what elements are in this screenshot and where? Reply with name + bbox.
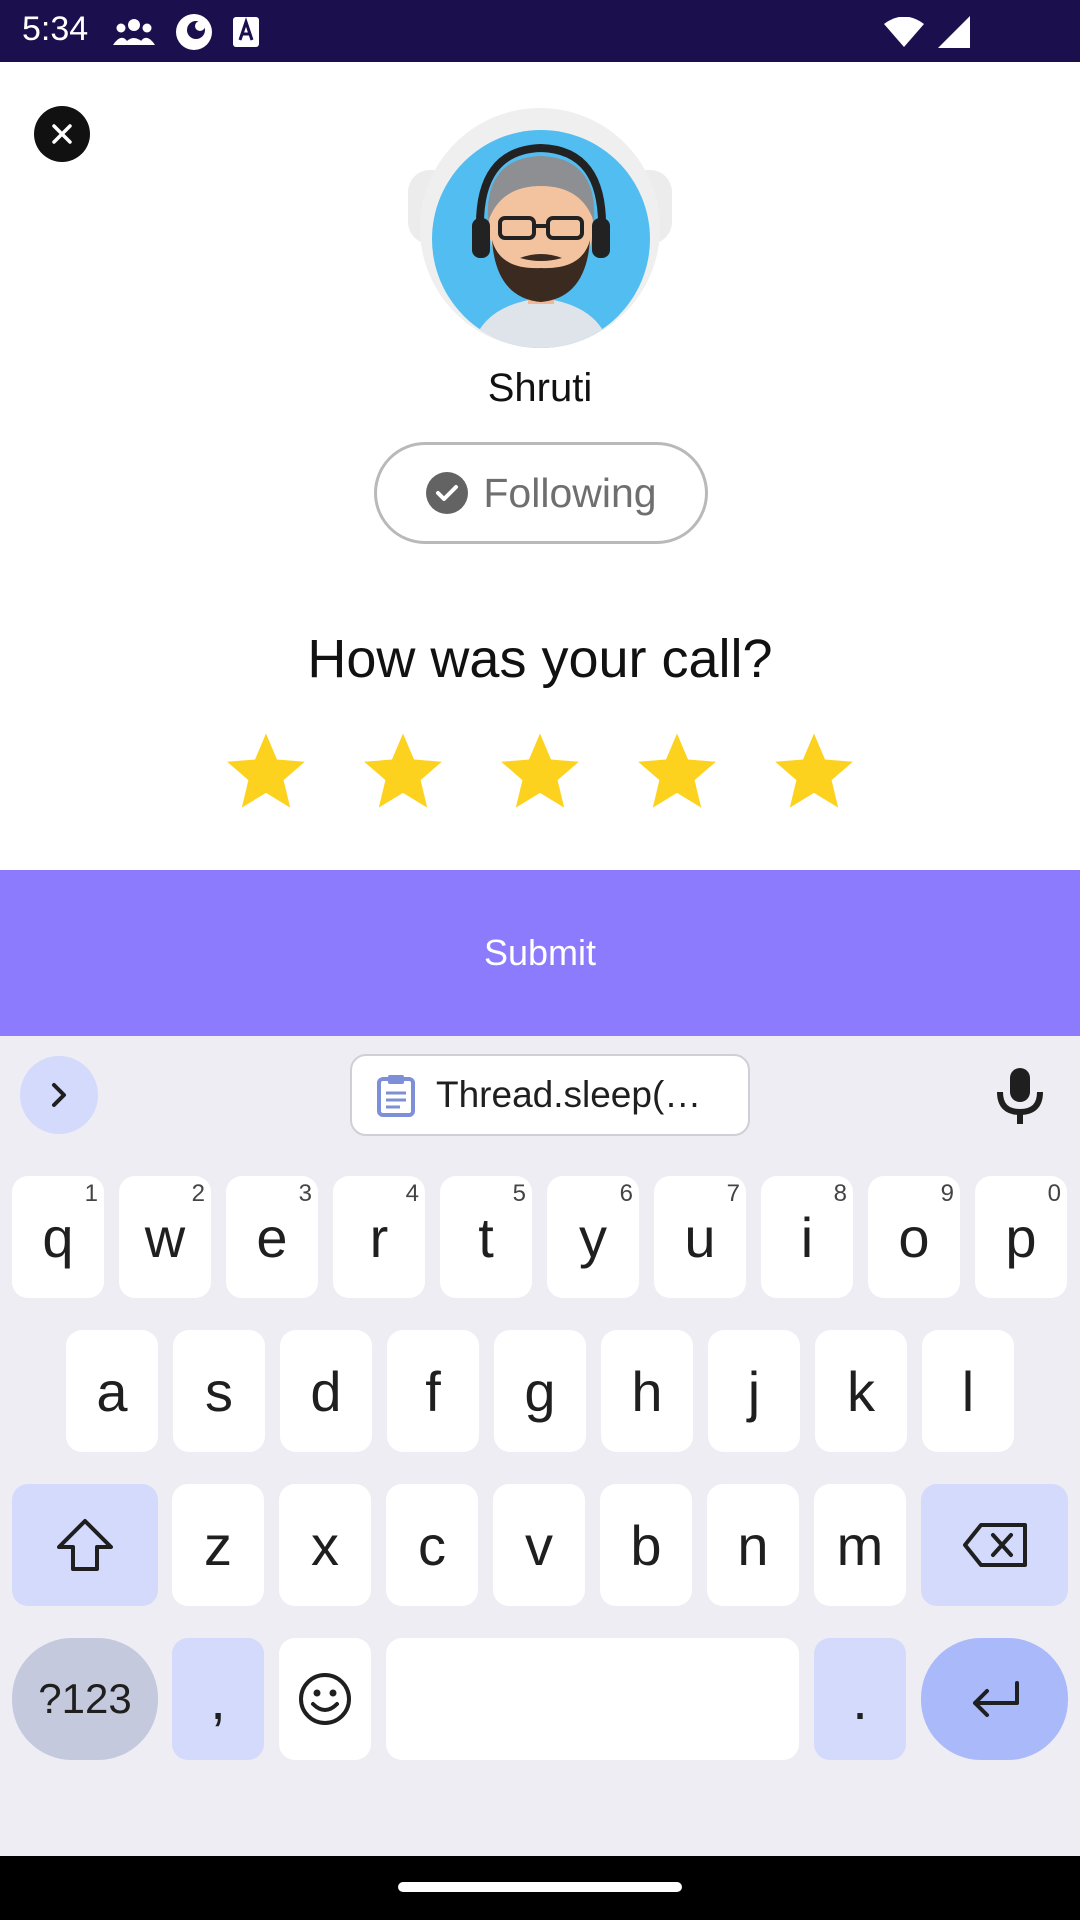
key-d[interactable]: d [280,1330,372,1452]
enter-icon [972,1681,1019,1717]
key-b[interactable]: b [600,1484,692,1606]
microphone-icon[interactable] [992,1066,1048,1126]
key-hint: 0 [1047,1180,1061,1207]
backspace-icon [962,1523,1027,1567]
rating-question: How was your call? [307,629,773,689]
avatar [432,130,650,348]
key-hint: 9 [940,1180,954,1207]
star-icon-3[interactable] [495,728,585,816]
keyboard-expand-button[interactable] [20,1056,98,1134]
clipboard-suggestion[interactable]: Thread.sleep(… [350,1054,750,1136]
emoji-icon [299,1673,351,1725]
key-e[interactable]: e3 [226,1176,318,1298]
key-label: w [144,1205,186,1269]
key-p[interactable]: p0 [975,1176,1067,1298]
status-bar: 5:34 [0,0,1080,62]
navigation-bar [0,1856,1080,1920]
key-s[interactable]: s [173,1330,265,1452]
key-hint: 1 [84,1180,98,1207]
key-label: p [1005,1205,1037,1269]
status-icons-left [112,12,260,52]
key-h[interactable]: h [601,1330,693,1452]
key-hint: 8 [833,1180,847,1207]
key-t[interactable]: t5 [440,1176,532,1298]
user-name: Shruti [487,366,593,410]
symbols-key[interactable]: ?123 [12,1638,158,1760]
cellular-signal-icon [938,16,970,48]
keyboard-a-icon [233,17,259,47]
star-icon-2[interactable] [358,728,448,816]
key-j[interactable]: j [708,1330,800,1452]
soft-keyboard: Thread.sleep(… q1w2e3r4t5y6u7i8o9p0asdfg… [0,1036,1080,1856]
key-label: q [42,1205,74,1269]
key-x[interactable]: x [279,1484,371,1606]
key-label: e [256,1205,288,1269]
key-hint: 2 [191,1180,205,1207]
people-icon [113,19,155,45]
key-hint: 4 [405,1180,419,1207]
clipboard-text: Thread.sleep(… [436,1074,702,1115]
key-v[interactable]: v [493,1484,585,1606]
key-label: y [579,1205,607,1269]
app-logo-icon [176,14,212,50]
submit-button[interactable]: Submit [0,870,1080,1036]
close-icon [52,124,72,144]
avatar-illustration [472,143,610,348]
status-time: 5:34 [22,10,89,48]
key-r[interactable]: r4 [333,1176,425,1298]
star-icon-4[interactable] [632,728,722,816]
key-y[interactable]: y6 [547,1176,639,1298]
shift-key[interactable] [12,1484,158,1606]
key-g[interactable]: g [494,1330,586,1452]
check-circle-icon [426,472,469,514]
star-icon-1[interactable] [221,728,311,816]
key-hint: 5 [512,1180,526,1207]
comma-key[interactable]: , [172,1638,264,1760]
key-z[interactable]: z [172,1484,264,1606]
key-o[interactable]: o9 [868,1176,960,1298]
key-label: i [800,1205,814,1269]
key-w[interactable]: w2 [119,1176,211,1298]
star-rating [0,728,1080,818]
key-label: u [684,1205,716,1269]
status-icons-right [884,12,970,52]
key-hint: 3 [298,1180,312,1207]
home-gesture-handle[interactable] [398,1882,682,1892]
key-c[interactable]: c [386,1484,478,1606]
submit-label: Submit [483,932,597,973]
backspace-key[interactable] [921,1484,1068,1606]
key-f[interactable]: f [387,1330,479,1452]
period-key[interactable]: . [814,1638,906,1760]
chevron-right-icon [52,1083,66,1107]
key-label: t [478,1205,494,1269]
key-m[interactable]: m [814,1484,906,1606]
key-hint: 6 [619,1180,633,1207]
following-button[interactable]: Following [374,442,708,544]
enter-key[interactable] [921,1638,1068,1760]
key-label: r [369,1205,389,1269]
clipboard-icon [377,1075,415,1117]
key-a[interactable]: a [66,1330,158,1452]
key-l[interactable]: l [922,1330,1014,1452]
wifi-icon [884,17,924,47]
close-button[interactable] [34,106,90,162]
star-icon-5[interactable] [769,728,859,816]
key-u[interactable]: u7 [654,1176,746,1298]
key-label: o [898,1205,930,1269]
space-key[interactable] [386,1638,799,1760]
key-n[interactable]: n [707,1484,799,1606]
emoji-key[interactable] [279,1638,371,1760]
following-label: Following [483,469,657,516]
shift-icon [57,1519,113,1571]
key-hint: 7 [726,1180,740,1207]
key-i[interactable]: i8 [761,1176,853,1298]
key-k[interactable]: k [815,1330,907,1452]
key-q[interactable]: q1 [12,1176,104,1298]
